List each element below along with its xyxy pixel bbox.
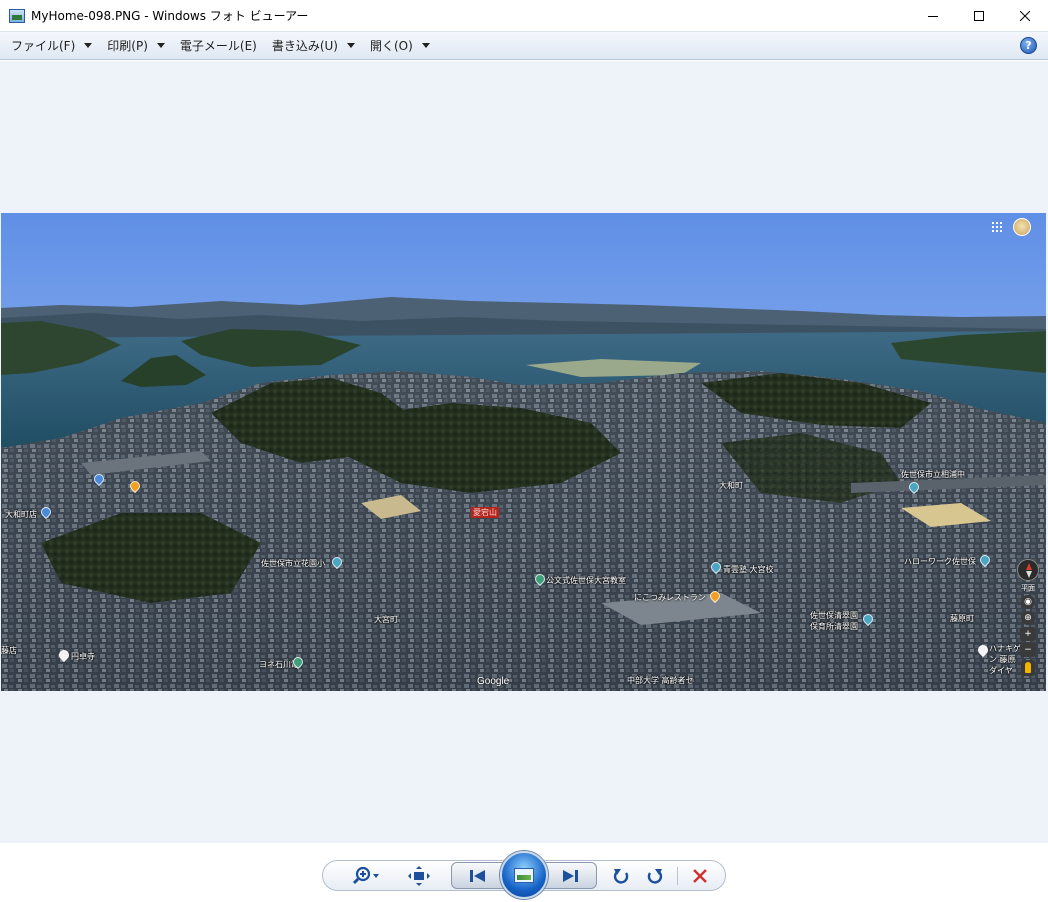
globe-icon[interactable]: ◉ bbox=[1021, 595, 1035, 609]
map-label-left-edge[interactable]: 藤店 bbox=[1, 645, 17, 656]
window-controls bbox=[910, 0, 1048, 31]
maximize-button[interactable] bbox=[956, 0, 1002, 31]
slideshow-button[interactable] bbox=[500, 851, 548, 899]
minimize-icon bbox=[928, 15, 938, 17]
next-button[interactable] bbox=[552, 864, 588, 887]
map-label-hall[interactable]: 中部大学 高齢者セ bbox=[627, 675, 694, 686]
map-label-hellowork[interactable]: ハローワーク佐世保 bbox=[904, 556, 976, 567]
rotate-counterclockwise-button[interactable] bbox=[609, 864, 633, 888]
map-label-town2[interactable]: 大和町 bbox=[719, 480, 743, 491]
menu-open[interactable]: 開く(O) bbox=[363, 35, 438, 57]
previous-button[interactable] bbox=[460, 864, 496, 887]
zoom-in-button[interactable]: + bbox=[1020, 627, 1036, 641]
rotate-clockwise-icon bbox=[647, 869, 663, 884]
maximize-icon bbox=[974, 10, 984, 21]
avatar[interactable] bbox=[1013, 218, 1031, 236]
delete-icon bbox=[693, 869, 707, 883]
map-label-shop[interactable]: 大和町店 bbox=[5, 509, 37, 520]
pegman-icon[interactable] bbox=[1021, 660, 1035, 676]
map-label-school2[interactable]: 佐世保市立相浦中 bbox=[901, 469, 965, 480]
menu-file[interactable]: ファイル(F) bbox=[4, 35, 100, 57]
slideshow-icon bbox=[514, 867, 534, 883]
help-icon: ? bbox=[1025, 39, 1032, 52]
menu-bar: ファイル(F) 印刷(P) 電子メール(E) 書き込み(U) 開く(O) ? bbox=[0, 31, 1048, 60]
map-label-temple[interactable]: 円卓寺 bbox=[71, 651, 95, 662]
next-icon bbox=[563, 869, 578, 882]
map-label-restaurant[interactable]: にこつみレストラン bbox=[634, 592, 706, 603]
displayed-photo[interactable]: 大和町店 藤店 円卓寺 佐世保市立花園小 愛宕山 大宮町 ヨネ石川電 公文式佐世… bbox=[1, 213, 1046, 691]
rotate-clockwise-button[interactable] bbox=[643, 864, 667, 888]
google-watermark: Google bbox=[477, 676, 510, 687]
menu-burn[interactable]: 書き込み(U) bbox=[265, 35, 363, 57]
fit-to-window-button[interactable] bbox=[405, 863, 433, 889]
map-label-station[interactable]: 愛宕山 bbox=[471, 507, 499, 518]
menu-email[interactable]: 電子メール(E) bbox=[173, 35, 265, 57]
image-viewer-area[interactable]: 大和町店 藤店 円卓寺 佐世保市立花園小 愛宕山 大宮町 ヨネ石川電 公文式佐世… bbox=[0, 61, 1048, 843]
chevron-down-icon bbox=[421, 43, 430, 48]
apps-grid-icon[interactable] bbox=[992, 222, 1002, 232]
chevron-down-icon bbox=[84, 43, 93, 48]
photo-viewer-app-icon bbox=[9, 8, 25, 23]
delete-button[interactable] bbox=[688, 864, 712, 888]
rotate-counterclockwise-icon bbox=[613, 869, 629, 884]
window-title: MyHome-098.PNG - Windows フォト ビューアー bbox=[31, 9, 309, 23]
zoom-out-button[interactable]: − bbox=[1020, 643, 1036, 657]
toolbar-divider bbox=[677, 867, 678, 885]
bottom-toolbar bbox=[0, 843, 1048, 902]
close-icon bbox=[1020, 10, 1030, 21]
minimize-button[interactable] bbox=[910, 0, 956, 31]
map-label-cram-school[interactable]: 青雲塾 大宮校 bbox=[723, 564, 774, 575]
fit-to-window-icon bbox=[408, 866, 430, 886]
previous-icon bbox=[470, 869, 485, 882]
menu-file-label: ファイル(F) bbox=[11, 39, 76, 53]
menu-burn-label: 書き込み(U) bbox=[271, 39, 338, 53]
menu-print[interactable]: 印刷(P) bbox=[100, 35, 173, 57]
map-label-town3[interactable]: 藤原町 bbox=[950, 613, 974, 624]
menu-open-label: 開く(O) bbox=[370, 39, 413, 53]
map-label-town[interactable]: 大宮町 bbox=[374, 614, 398, 625]
map-label-nursery[interactable]: 佐世保清翠園 保育所清翠園 bbox=[810, 610, 866, 632]
zoom-button[interactable] bbox=[348, 863, 384, 889]
menu-email-label: 電子メール(E) bbox=[179, 39, 257, 53]
chevron-down-icon bbox=[347, 43, 355, 48]
map-label-school[interactable]: 佐世保市立花園小 bbox=[261, 558, 325, 569]
close-button[interactable] bbox=[1002, 0, 1048, 31]
map-controls: 平面 ◉ ⊕ + − bbox=[1017, 559, 1039, 676]
title-bar: MyHome-098.PNG - Windows フォト ビューアー bbox=[0, 0, 1048, 31]
chevron-down-icon bbox=[156, 43, 165, 48]
menu-print-label: 印刷(P) bbox=[107, 39, 148, 53]
aerial-map-image bbox=[1, 213, 1046, 691]
flat-view-label[interactable]: 平面 bbox=[1019, 583, 1037, 593]
zoom-icon bbox=[352, 866, 379, 885]
help-button[interactable]: ? bbox=[1020, 37, 1037, 54]
map-label-store[interactable]: ハナキゲン 藤原ダイヤ bbox=[989, 643, 1023, 676]
map-label-kinder[interactable]: 公文式佐世保大宮教室 bbox=[546, 575, 626, 586]
tilt-icon[interactable]: ⊕ bbox=[1021, 611, 1035, 625]
compass-icon[interactable] bbox=[1017, 559, 1039, 581]
